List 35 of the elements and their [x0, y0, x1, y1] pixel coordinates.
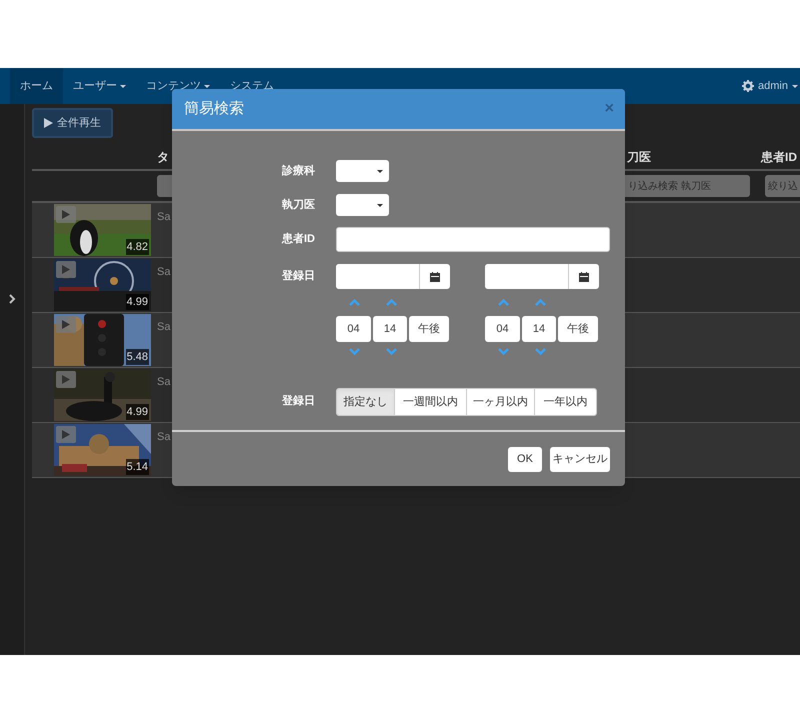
video-duration: 5.14 [126, 458, 149, 475]
period-toggle-button[interactable]: 午後 [558, 316, 598, 342]
time-field[interactable]: 14 [373, 316, 407, 342]
cancel-button[interactable]: キャンセル [550, 446, 610, 472]
column-header: 刀医 [627, 149, 651, 166]
column-header: 患者ID [761, 149, 797, 166]
nav-tab[interactable]: ホーム [10, 68, 63, 104]
ok-button[interactable]: OK [508, 446, 542, 472]
range-option-button[interactable]: 一ヶ月以内 [466, 389, 534, 415]
period-toggle-button[interactable]: 午後 [409, 316, 449, 342]
field-label: 診療科 [282, 164, 316, 179]
field-label: 患者ID [282, 232, 316, 247]
field-label: 登録日 [282, 268, 316, 284]
video-title: Sa [157, 265, 170, 280]
range-option-button[interactable]: 一週間以内 [394, 389, 466, 415]
video-title: Sa [157, 210, 170, 225]
video-duration: 4.82 [126, 238, 149, 255]
video-duration: 5.48 [126, 348, 149, 365]
video-duration: 4.99 [126, 404, 149, 420]
time-field[interactable]: 14 [522, 316, 556, 342]
column-header: タ [157, 149, 169, 166]
video-title: Sa [157, 430, 170, 445]
nav-tab[interactable]: ユーザー [63, 68, 136, 104]
play-all-button[interactable]: 全件再生 [32, 108, 113, 138]
range-option-button[interactable]: 指定なし [337, 389, 394, 415]
video-duration: 4.99 [126, 294, 149, 310]
range-option-button[interactable]: 一年以内 [534, 389, 596, 415]
modal-title: 簡易検索 [184, 98, 244, 119]
field-label: 執刀医 [282, 198, 316, 213]
video-title: Sa [157, 375, 170, 390]
video-title: Sa [157, 320, 170, 335]
time-field[interactable]: 04 [485, 316, 520, 342]
user-menu[interactable]: admin [742, 68, 800, 104]
time-field[interactable]: 04 [336, 316, 371, 342]
field-label: 登録日 [282, 394, 316, 409]
